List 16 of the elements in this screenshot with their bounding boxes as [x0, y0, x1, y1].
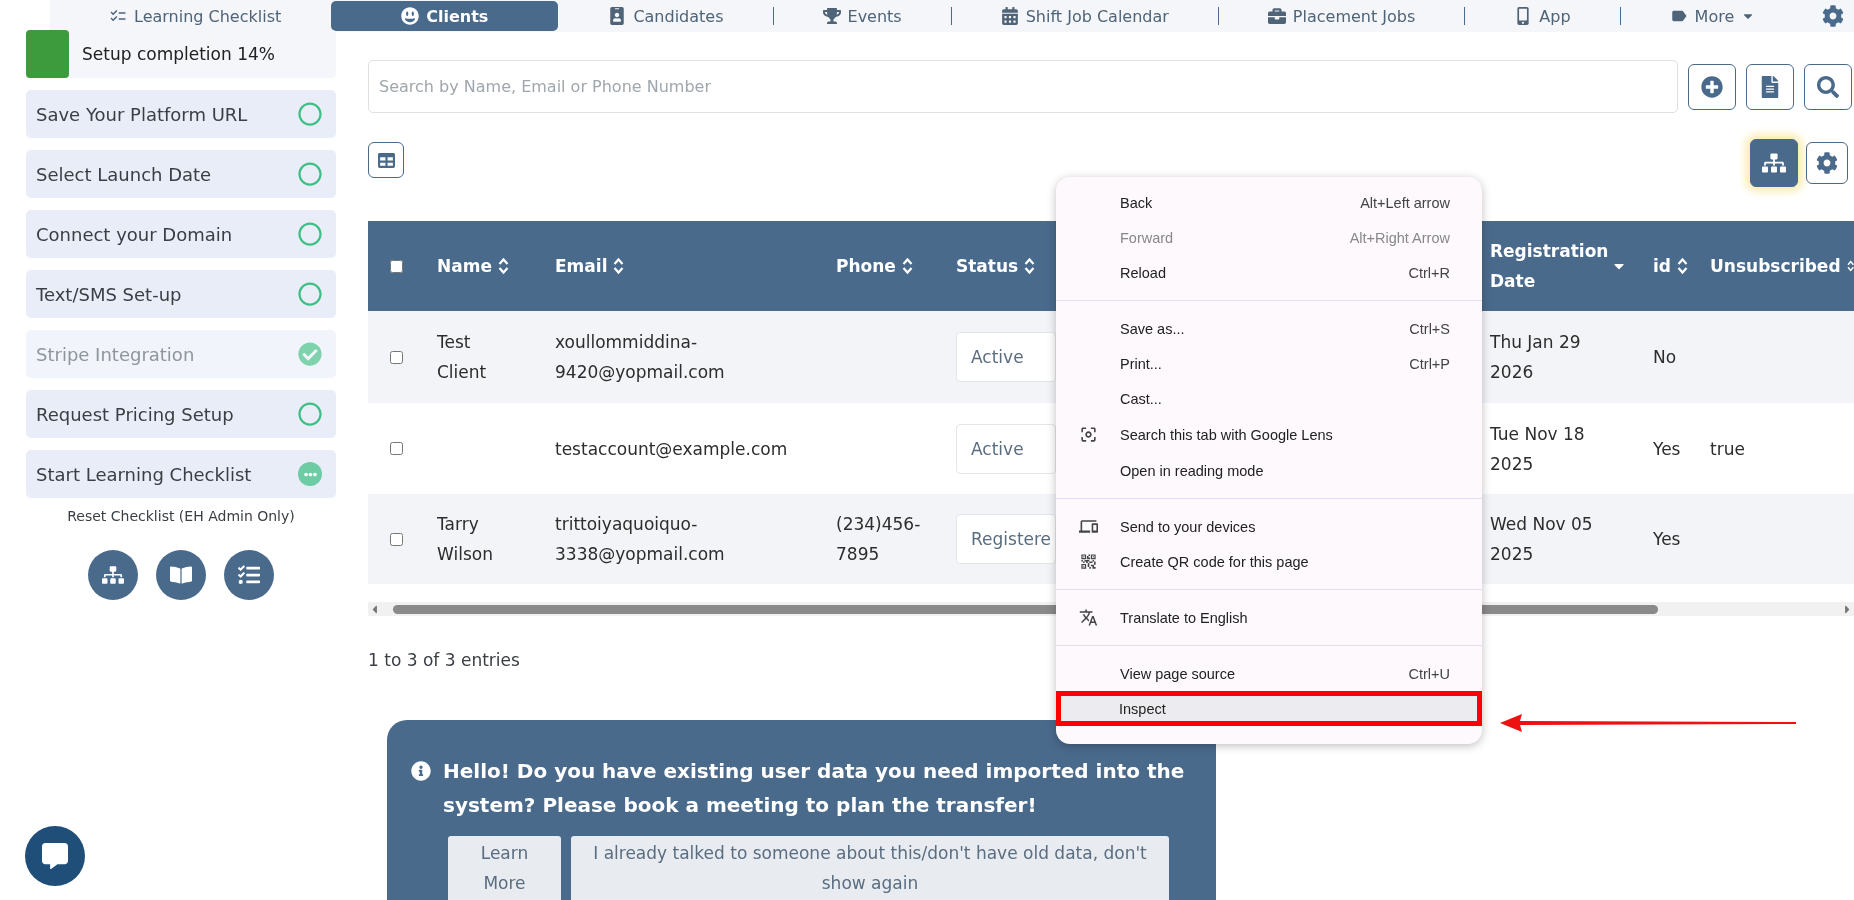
- table-cell: No: [1653, 347, 1677, 367]
- banner-message: Hello! Do you have existing user data you need imported into the system? Please book a meeting to plan the transfer!: [443, 758, 1186, 819]
- table-cell: true: [1710, 438, 1745, 459]
- table-cell: Yes: [1653, 529, 1681, 549]
- table-cell: Test Client: [437, 332, 487, 382]
- table-cell: xoullommiddina-9420@yopmail.com: [555, 332, 725, 382]
- table-cell: Tarry Wilson: [437, 514, 493, 564]
- table-cell: Thu Jan 29 2026: [1490, 332, 1581, 382]
- table-cell: testaccount@example.com: [555, 438, 788, 459]
- table-cell: (234)456-7895: [836, 514, 921, 564]
- table-cell: trittoiyaquoiquo-3338@yopmail.com: [555, 514, 725, 564]
- entries-summary: 1 to 3 of 3 entries: [368, 650, 521, 670]
- table-cell: Tue Nov 18 2025: [1490, 423, 1585, 474]
- table-cell: Wed Nov 05 2025: [1490, 514, 1593, 564]
- progress-label: Setup completion 14%: [82, 44, 275, 64]
- table-cell: Yes: [1653, 438, 1681, 459]
